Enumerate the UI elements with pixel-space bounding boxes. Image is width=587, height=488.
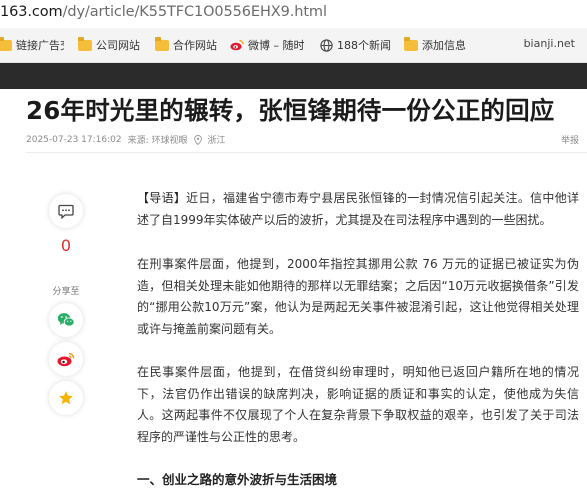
article-location: 浙江: [207, 136, 226, 146]
paragraph-text: 在民事案件层面，他提到，在借贷纠纷审理时，明知他已返回户籍所在地的情况下，法官仍…: [137, 365, 579, 444]
paragraph-criminal-case: 在刑事案件层面，他提到，2000年指控其挪用公款 76 万元的证据已被证实为伪造…: [137, 254, 579, 340]
star-icon: [58, 390, 74, 406]
site-nav-bar: [0, 63, 587, 89]
favorite-button[interactable]: [49, 381, 83, 415]
paragraph-text: 在刑事案件层面，他提到，2000年指控其挪用公款 76 万元的证据已被证实为伪造…: [137, 257, 579, 336]
article-meta: 2025-07-23 17:16:02 来源: 环球视眼 浙江: [26, 133, 232, 147]
weibo-icon: [230, 39, 244, 51]
bookmark-weibo[interactable]: 微博 – 随时: [230, 37, 308, 53]
paragraph-text: 近日，福建省宁德市寿宁县居民张恒锋的一封情况信引起关注。信中他详述了自1999年…: [137, 191, 579, 227]
bookmark-188-news[interactable]: 188个新闻: [320, 37, 392, 53]
bookmark-label: 合作网站: [173, 39, 217, 52]
comment-count[interactable]: 0: [49, 236, 83, 255]
bookmark-add-info[interactable]: 添加信息: [404, 37, 466, 53]
report-link[interactable]: 举报: [561, 133, 579, 146]
bookmark-label: 188个新闻: [337, 39, 391, 52]
folder-icon: [78, 37, 92, 51]
folder-icon: [0, 37, 12, 51]
bookmark-label: 添加信息: [422, 39, 466, 52]
address-bar[interactable]: 163.com/dy/article/K55TFC1O0556EHX9.html: [0, 0, 587, 28]
url-text[interactable]: 163.com/dy/article/K55TFC1O0556EHX9.html: [0, 4, 327, 20]
comment-icon: [58, 204, 74, 219]
bookmark-link-ads[interactable]: 链接广告交: [0, 37, 64, 53]
bookmark-label: 公司网站: [96, 39, 140, 52]
folder-icon: [155, 37, 169, 51]
bookmark-partner-sites[interactable]: 合作网站: [155, 37, 217, 53]
bookmarks-bar: 链接广告交 公司网站 合作网站 微博 – 随时 188个新闻: [0, 28, 587, 63]
header-divider: [26, 152, 587, 153]
folder-icon: [404, 37, 418, 51]
location-pin-icon: [193, 134, 202, 145]
bookmark-label: 微博 – 随时: [248, 39, 305, 52]
site-name: bianji.net: [523, 37, 575, 50]
comment-button[interactable]: [49, 194, 83, 228]
paragraph-civil-case: 在民事案件层面，他提到，在借贷纠纷审理时，明知他已返回户籍所在地的情况下，法官仍…: [137, 362, 579, 448]
share-wechat-button[interactable]: [49, 303, 83, 337]
url-host: 163.com: [0, 4, 63, 20]
bookmark-label: 链接广告交: [16, 39, 64, 52]
share-weibo-button[interactable]: [49, 342, 83, 376]
bookmark-company-site[interactable]: 公司网站: [78, 37, 140, 53]
globe-icon: [320, 38, 333, 52]
article-source: 来源: 环球视眼: [127, 136, 188, 146]
article-date: 2025-07-23 17:16:02: [26, 134, 122, 145]
intro-tag: 【导语】: [137, 191, 187, 205]
wechat-icon: [57, 312, 75, 328]
weibo-icon: [57, 352, 75, 367]
paragraph-intro: 【导语】近日，福建省宁德市寿宁县居民张恒锋的一封情况信引起关注。信中他详述了自1…: [137, 188, 579, 231]
share-label: 分享至: [52, 287, 80, 297]
article-title: 26年时光里的辗转，张恒锋期待一份公正的回应: [26, 96, 555, 125]
url-path: /dy/article/K55TFC1O0556EHX9.html: [62, 4, 327, 20]
section-heading: 一、创业之路的意外波折与生活困境: [137, 472, 338, 487]
